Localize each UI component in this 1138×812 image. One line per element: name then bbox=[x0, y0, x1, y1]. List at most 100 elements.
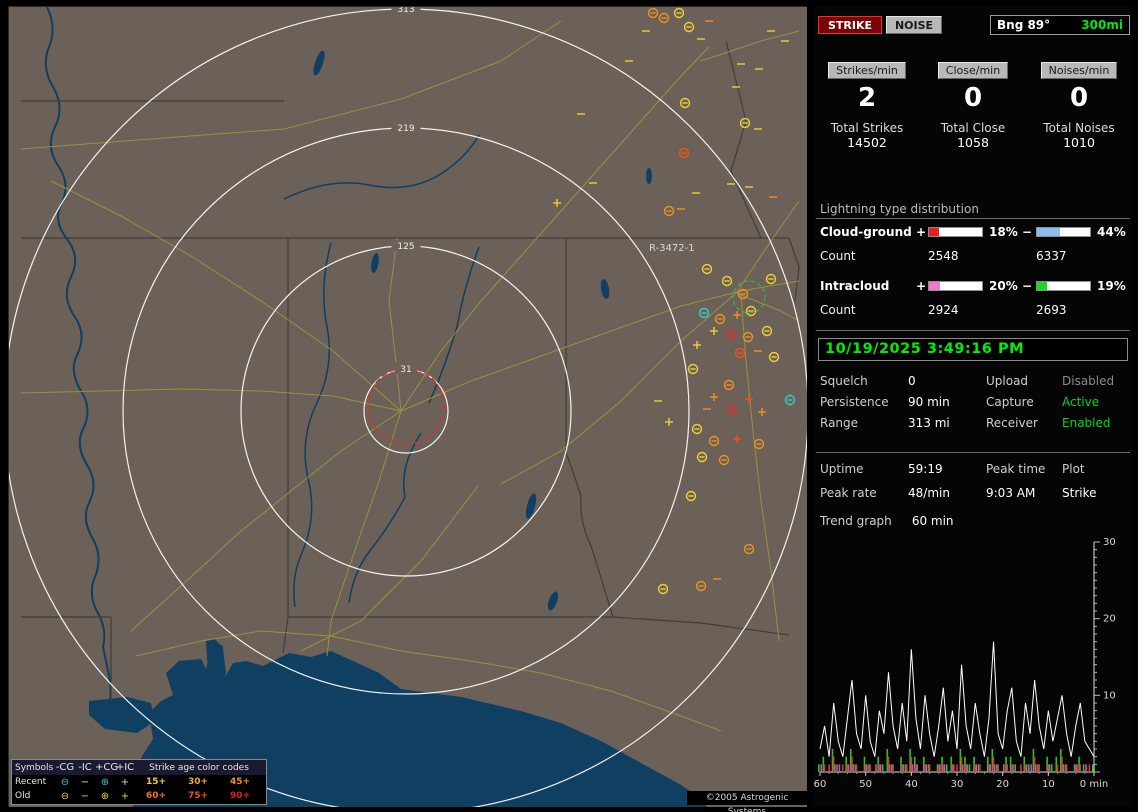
receiver-label: Receiver bbox=[986, 416, 1038, 430]
trend-series-magenta-component bbox=[1030, 764, 1033, 772]
x-tick-label: 60 bbox=[814, 779, 826, 790]
intracloud-count-row: Count 2924 2693 bbox=[820, 302, 1130, 317]
plot-value: Strike bbox=[1062, 486, 1097, 500]
trend-series-green-component bbox=[1014, 764, 1016, 772]
plus-sign: + bbox=[916, 278, 927, 293]
legend-row-label: Old bbox=[15, 791, 31, 801]
trend-series-red-component bbox=[928, 764, 931, 772]
trend-series-green-component bbox=[1082, 764, 1085, 772]
trend-series-red-component bbox=[892, 764, 894, 772]
trend-series-green-component bbox=[881, 764, 884, 772]
legend-row-label: Recent bbox=[15, 777, 47, 787]
trend-series-red-component bbox=[1038, 764, 1040, 772]
minus-sign: − bbox=[1022, 224, 1033, 239]
strikes-per-min-button[interactable]: Strikes/min bbox=[828, 62, 906, 79]
trend-series-red-component bbox=[828, 764, 830, 772]
app-window: R-3472-1 313 219 125 31 Symbols -CG -IC +CG +IC S… bbox=[0, 0, 1138, 812]
range-value: 300mi bbox=[1081, 18, 1123, 32]
trend-series-magenta-component bbox=[911, 764, 914, 772]
y-tick-label: 20 bbox=[1103, 614, 1116, 625]
strike-button[interactable]: STRIKE bbox=[818, 16, 882, 34]
ic-plus-count: 2924 bbox=[928, 302, 959, 317]
ring-label: 219 bbox=[397, 124, 414, 134]
count-label: Count bbox=[820, 302, 856, 317]
trend-series-magenta-component bbox=[1012, 764, 1014, 772]
trend-series-magenta-component bbox=[834, 764, 836, 772]
trend-series-red-component bbox=[979, 764, 981, 772]
count-label: Count bbox=[820, 248, 856, 263]
trend-series-magenta-component bbox=[925, 764, 928, 772]
trend-series-magenta-component bbox=[888, 764, 891, 772]
ic-plus-bar bbox=[928, 280, 983, 291]
peak-rate-label: Peak rate bbox=[820, 486, 877, 500]
trend-series-red-component bbox=[823, 764, 826, 772]
lightning-map[interactable]: R-3472-1 313 219 125 31 Symbols -CG -IC +CG +IC S… bbox=[8, 6, 807, 812]
minus-sign: − bbox=[1022, 278, 1033, 293]
trend-series-magenta-component bbox=[1085, 764, 1087, 772]
cg-plus-count: 2548 bbox=[928, 248, 959, 263]
y-tick-label: 10 bbox=[1103, 690, 1116, 701]
ic-plus-pct: 20% bbox=[989, 278, 1018, 293]
upload-status: Disabled bbox=[1062, 374, 1115, 388]
trend-series-red-component bbox=[869, 764, 872, 772]
peak-rate-value: 48/min bbox=[908, 486, 950, 500]
range-label: Range bbox=[820, 416, 859, 430]
rate-counters: Strikes/min Close/min Noises/min 2 0 0 T… bbox=[814, 62, 1132, 153]
legend-symbols-title: Symbols bbox=[15, 762, 54, 773]
x-tick-label: 30 bbox=[951, 779, 964, 790]
trend-series-magenta-component bbox=[943, 764, 946, 772]
cg-minus-pct: 44% bbox=[1097, 224, 1126, 239]
close-per-min-value: 0 bbox=[963, 83, 983, 113]
stats-grid: Uptime 59:19 Peak time Plot Peak rate 48… bbox=[820, 462, 1126, 500]
capture-label: Capture bbox=[986, 395, 1034, 409]
ring-label: 125 bbox=[397, 242, 414, 252]
ic-minus-count: 2693 bbox=[1036, 302, 1067, 317]
legend-age-code: 30+ bbox=[187, 777, 209, 787]
trend-series-red-component bbox=[1065, 764, 1068, 772]
trend-series-magenta-component bbox=[993, 764, 996, 772]
trend-series-magenta-component bbox=[989, 764, 991, 772]
trend-span-value: 60 min bbox=[911, 514, 954, 528]
trend-series-magenta-component bbox=[966, 764, 969, 772]
map-canvas[interactable]: R-3472-1 313 219 125 31 bbox=[9, 7, 807, 807]
divider bbox=[816, 452, 1130, 453]
trend-series-red-component bbox=[956, 764, 958, 772]
legend-symbol-icon: + bbox=[120, 776, 130, 788]
cloud-ground-label: Cloud-ground bbox=[820, 224, 912, 239]
total-close-label: Total Close bbox=[940, 121, 1006, 135]
control-panel: STRIKE NOISE Bng 89° 300mi Strikes/min C… bbox=[814, 6, 1132, 806]
legend-type-col: +CG bbox=[95, 762, 119, 773]
cloud-ground-row: Cloud-ground + 18% − 44% bbox=[820, 224, 1130, 239]
trend-series-red-component bbox=[997, 764, 999, 772]
trend-series-magenta-component bbox=[820, 764, 822, 772]
trend-series-magenta-component bbox=[975, 764, 978, 772]
x-tick-label: 0 min bbox=[1080, 779, 1108, 790]
divider bbox=[816, 218, 1130, 219]
legend-symbol-icon: ⊖ bbox=[60, 776, 70, 788]
noises-per-min-button[interactable]: Noises/min bbox=[1040, 62, 1118, 79]
ic-minus-bar bbox=[1036, 280, 1091, 291]
plot-label: Plot bbox=[1062, 462, 1085, 476]
receiver-status: Enabled bbox=[1062, 416, 1111, 430]
copyright: ©2005 Astrogenic Systems bbox=[687, 791, 807, 812]
close-per-min-button[interactable]: Close/min bbox=[937, 62, 1009, 79]
trend-series-magenta-component bbox=[852, 764, 854, 772]
cg-minus-bar bbox=[1036, 226, 1091, 237]
uptime-label: Uptime bbox=[820, 462, 864, 476]
persistence-label: Persistence bbox=[820, 395, 889, 409]
trend-series-magenta-component bbox=[879, 764, 882, 772]
x-tick-label: 50 bbox=[859, 779, 872, 790]
legend-type-col: -CG bbox=[55, 762, 75, 773]
cg-plus-pct: 18% bbox=[989, 224, 1018, 239]
trend-series-magenta-component bbox=[1003, 764, 1005, 772]
trend-series-magenta-component bbox=[847, 764, 850, 772]
trend-series-green-component bbox=[1092, 764, 1094, 772]
storm-cell-label: R-3472-1 bbox=[649, 243, 695, 254]
trend-series-red-component bbox=[1020, 764, 1022, 772]
trend-series-red-component bbox=[1006, 764, 1009, 772]
noise-button[interactable]: NOISE bbox=[886, 16, 942, 34]
legend-age-code: 75+ bbox=[187, 791, 209, 801]
trend-series-green-component bbox=[1028, 764, 1030, 772]
legend-header: Symbols -CG -IC +CG +IC Strike age color code… bbox=[12, 760, 266, 775]
trend-series-green-component bbox=[818, 764, 820, 772]
